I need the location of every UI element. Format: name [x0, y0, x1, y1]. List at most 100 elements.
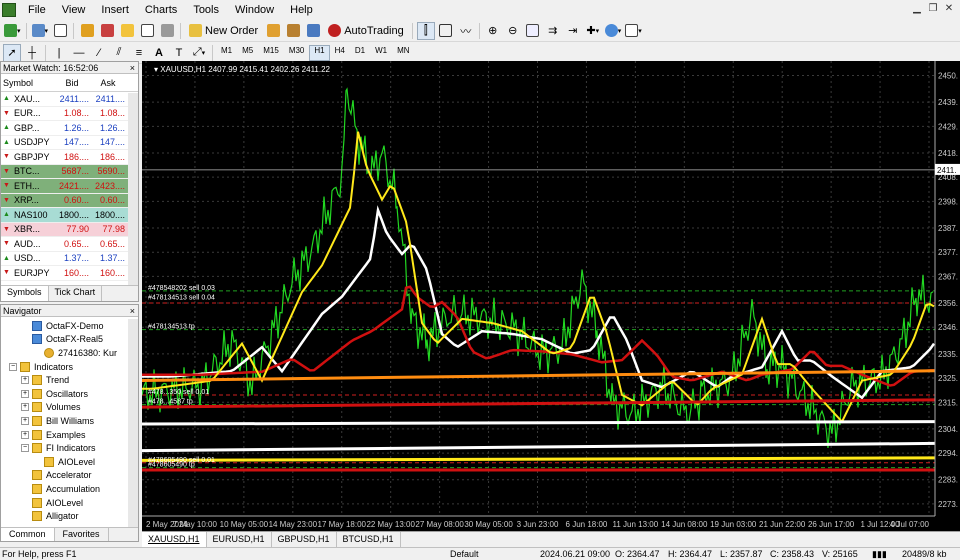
tf-h4[interactable]: H4 — [330, 45, 350, 61]
tf-w1[interactable]: W1 — [370, 45, 392, 61]
navigator-item[interactable]: + Examples — [1, 428, 138, 442]
label-button[interactable]: T — [170, 44, 188, 62]
market-watch-scrollbar[interactable] — [128, 93, 138, 285]
navigator-item[interactable]: + Volumes — [1, 401, 138, 415]
navigator-scrollbar[interactable] — [128, 319, 138, 529]
line-chart-button[interactable]: 〰 — [457, 22, 475, 40]
market-watch-row[interactable]: ▲ GBP... 1.26... 1.26... — [1, 121, 138, 136]
chart-window[interactable]: 2450. 2439. 2429. 2418. 2408. 2398. 2387. 2377.… — [142, 61, 960, 531]
navigator-item[interactable]: OctaFX-Demo — [1, 319, 138, 333]
trendline-button[interactable]: ⁄ — [90, 44, 108, 62]
new-order-button[interactable]: New Order — [185, 22, 262, 40]
data-window-button[interactable] — [98, 22, 116, 40]
market-watch-row[interactable]: ▲ NAS100 1800.... 1800.... — [1, 208, 138, 223]
menu-view[interactable]: View — [54, 0, 94, 20]
metaeditor-button[interactable] — [264, 22, 282, 40]
text-button[interactable]: A — [150, 44, 168, 62]
navigator-item[interactable]: AIOLevel — [1, 496, 138, 510]
market-watch-row[interactable]: ▼ AUD... 0.65... 0.65... — [1, 237, 138, 252]
chart-tab-xauusd[interactable]: XAUUSD,H1 — [142, 532, 207, 547]
chart-tab-eurusd[interactable]: EURUSD,H1 — [207, 532, 272, 547]
autotrading-button[interactable]: AutoTrading — [324, 22, 408, 40]
zoom-out-button[interactable]: ⊖ — [504, 22, 522, 40]
tf-m15[interactable]: M15 — [258, 45, 284, 61]
market-watch-row[interactable]: ▼ XRP... 0.60... 0.60... — [1, 193, 138, 208]
auto-scroll-button[interactable]: ⇉ — [544, 22, 562, 40]
navigator-item[interactable]: + Trend — [1, 373, 138, 387]
tf-m1[interactable]: M1 — [216, 45, 237, 61]
tf-d1[interactable]: D1 — [350, 45, 370, 61]
expand-icon[interactable]: + — [21, 389, 29, 398]
channel-button[interactable]: ⫽ — [110, 44, 128, 62]
arrows-button[interactable]: ⤢ ▾ — [190, 44, 208, 62]
close-icon[interactable]: × — [130, 305, 135, 317]
menu-window[interactable]: Window — [227, 0, 282, 20]
tab-symbols[interactable]: Symbols — [1, 286, 49, 301]
col-symbol[interactable]: Symbol — [1, 78, 55, 88]
strategy-tester-button[interactable] — [158, 22, 176, 40]
price-chart[interactable]: 2450.2439.2429.2418.2408.2398.2387.2377.… — [142, 61, 960, 531]
navigator-item[interactable]: Accelerator — [1, 469, 138, 483]
zoom-in-button[interactable]: ⊕ — [484, 22, 502, 40]
market-watch-row[interactable]: ▲ USD... 1.37... 1.37... — [1, 251, 138, 266]
expand-icon[interactable]: + — [21, 403, 29, 412]
market-watch-button[interactable] — [78, 22, 96, 40]
col-ask[interactable]: Ask — [91, 78, 127, 88]
menu-file[interactable]: File — [20, 0, 54, 20]
vertical-line-button[interactable]: | — [50, 44, 68, 62]
expand-icon[interactable]: − — [9, 362, 17, 371]
menu-help[interactable]: Help — [282, 0, 321, 20]
restore-icon[interactable]: ❐ — [926, 2, 940, 16]
tab-favorites[interactable]: Favorites — [55, 528, 109, 541]
navigator-item[interactable]: + Oscillators — [1, 387, 138, 401]
minimize-icon[interactable]: ▁ — [910, 2, 924, 16]
terminal-button[interactable] — [138, 22, 156, 40]
profiles-button[interactable]: ▾ — [31, 22, 50, 40]
indicators-button[interactable]: ✚ ▾ — [584, 22, 602, 40]
market-watch-row[interactable]: ▼ BTC... 5687... 5690... — [1, 164, 138, 179]
tab-common[interactable]: Common — [1, 528, 55, 541]
fibonacci-button[interactable]: ≡ — [130, 44, 148, 62]
tf-m30[interactable]: M30 — [284, 45, 310, 61]
cursor-button[interactable]: ➚ — [3, 43, 21, 62]
market-watch-row[interactable]: ▲ XAU... 2411.... 2411.... — [1, 92, 138, 107]
chart-shift-button[interactable]: ⇥ — [564, 22, 582, 40]
menu-insert[interactable]: Insert — [93, 0, 137, 20]
expand-icon[interactable]: + — [21, 376, 29, 385]
navigator-item[interactable]: Accumulation — [1, 482, 138, 496]
signals-button[interactable] — [304, 22, 322, 40]
market-watch-row[interactable]: ▼ GBPJPY 186.... 186.... — [1, 150, 138, 165]
expand-icon[interactable]: + — [21, 416, 29, 425]
close-icon[interactable]: × — [130, 62, 135, 74]
market-watch-row[interactable]: ▲ USDJPY 147.... 147.... — [1, 135, 138, 150]
navigator-item[interactable]: − Indicators — [1, 360, 138, 374]
expand-icon[interactable]: − — [21, 444, 29, 453]
col-bid[interactable]: Bid — [55, 78, 91, 88]
market-watch-row[interactable]: ▼ XBR... 77.90 77.98 — [1, 222, 138, 237]
navigator-item[interactable]: − FI Indicators — [1, 441, 138, 455]
tf-h1[interactable]: H1 — [309, 44, 330, 61]
crosshair-button[interactable]: ┼ — [23, 44, 41, 62]
menu-charts[interactable]: Charts — [137, 0, 185, 20]
navigator-button[interactable] — [118, 22, 136, 40]
bar-chart-button[interactable]: ⫿ — [416, 21, 435, 40]
navigator-item[interactable]: 27416380: Kur — [1, 346, 138, 360]
chart-tab-gbpusd[interactable]: GBPUSD,H1 — [272, 532, 337, 547]
window-button[interactable] — [51, 22, 69, 40]
tab-tick-chart[interactable]: Tick Chart — [49, 286, 103, 301]
market-watch-row[interactable]: ▼ ETH... 2421.... 2423.... — [1, 179, 138, 194]
new-chart-button[interactable]: ▾ — [3, 22, 22, 40]
horizontal-line-button[interactable]: — — [70, 44, 88, 62]
tile-windows-button[interactable] — [524, 22, 542, 40]
periods-button[interactable]: ▾ — [604, 22, 623, 40]
close-icon[interactable]: ✕ — [942, 2, 956, 16]
menu-tools[interactable]: Tools — [185, 0, 227, 20]
candlestick-button[interactable] — [437, 22, 455, 40]
templates-button[interactable]: ▾ — [624, 22, 643, 40]
market-watch-row[interactable]: ▼ EUR... 1.08... 1.08... — [1, 106, 138, 121]
tf-m5[interactable]: M5 — [237, 45, 258, 61]
expand-icon[interactable]: + — [21, 430, 29, 439]
navigator-item[interactable]: + Bill Williams — [1, 414, 138, 428]
navigator-item[interactable]: AIOLevel — [1, 455, 138, 469]
tf-mn[interactable]: MN — [392, 45, 414, 61]
